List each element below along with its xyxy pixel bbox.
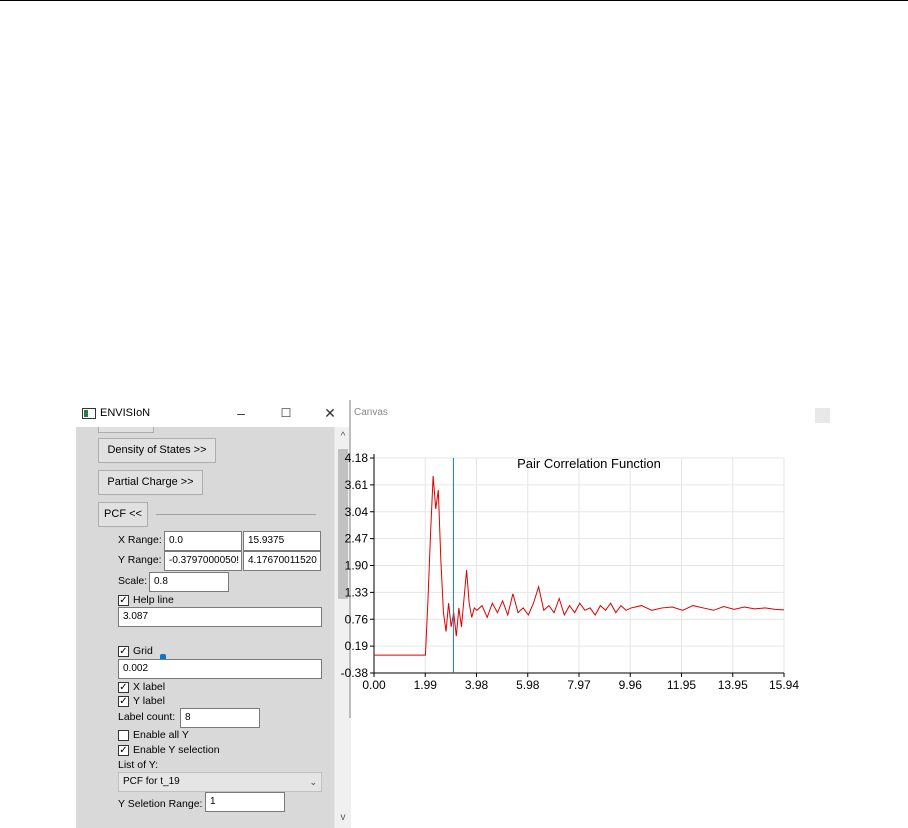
scale-field[interactable]: 0.8: [149, 572, 229, 592]
pcf-button[interactable]: PCF <<: [98, 502, 148, 527]
x-tick-label: 13.95: [718, 678, 748, 692]
title-bar: ENVISIoN – ☐ ✕: [76, 400, 350, 427]
enable-all-y-checkbox[interactable]: [118, 730, 129, 741]
partial-charge-button[interactable]: Partial Charge >>: [98, 470, 203, 495]
x-label-label: X label: [133, 681, 166, 693]
y-tick-label: 3.04: [345, 505, 369, 519]
grid-label: Grid: [133, 645, 153, 657]
y-selection-range-label: Y Seletion Range:: [118, 798, 203, 810]
enable-y-selection-label: Enable Y selection: [133, 744, 220, 756]
y-tick-label: 0.19: [345, 639, 369, 653]
x-range-min-field[interactable]: 0.0: [164, 531, 242, 551]
minimize-button[interactable]: –: [231, 404, 251, 422]
maximize-button[interactable]: ☐: [276, 404, 296, 422]
app-icon: [82, 408, 96, 419]
y-tick-label: 4.18: [345, 451, 369, 465]
close-button[interactable]: ✕: [320, 404, 340, 422]
x-tick-label: 7.97: [567, 678, 591, 692]
label-count-field[interactable]: 8: [180, 708, 260, 728]
list-of-y-dropdown[interactable]: PCF for t_19 ⌄: [118, 772, 322, 792]
x-tick-label: 9.96: [619, 678, 643, 692]
grid-field[interactable]: 0.002: [118, 659, 322, 679]
x-tick-label: 0.00: [362, 678, 386, 692]
x-range-label: X Range:: [118, 534, 162, 546]
x-tick-label: 11.95: [667, 678, 696, 692]
help-line-field[interactable]: 3.087: [118, 607, 322, 627]
y-label-label: Y label: [133, 695, 165, 707]
x-label-checkbox[interactable]: ✓: [118, 682, 129, 693]
envision-window: ENVISIoN – ☐ ✕ Density of States >> Part…: [76, 400, 351, 828]
label-count-label: Label count:: [118, 711, 176, 723]
scale-label: Scale:: [118, 575, 148, 587]
x-tick-label: 15.94: [769, 678, 799, 692]
y-tick-label: 2.47: [345, 532, 369, 546]
x-tick-label: 1.99: [414, 678, 438, 692]
help-line-label: Help line: [133, 594, 174, 606]
settings-panel: Density of States >> Partial Charge >> P…: [76, 427, 334, 828]
canvas-title: Canvas: [354, 407, 388, 418]
list-of-y-selected: PCF for t_19: [123, 776, 180, 787]
y-range-min-field[interactable]: -0.3797000050!: [164, 551, 242, 571]
y-selection-range-field[interactable]: 1: [205, 792, 285, 812]
y-range-label: Y Range:: [118, 554, 162, 566]
chart-title: Pair Correlation Function: [517, 456, 661, 471]
top-rule: [0, 0, 908, 1]
x-tick-label: 3.98: [465, 678, 489, 692]
grid-checkbox[interactable]: ✓: [118, 646, 129, 657]
canvas-close-button[interactable]: [815, 408, 830, 423]
density-of-states-button[interactable]: Density of States >>: [98, 438, 216, 463]
y-tick-label: 1.90: [345, 559, 369, 573]
window-title: ENVISIoN: [100, 407, 151, 419]
chevron-down-icon: ⌄: [309, 777, 317, 787]
pcf-separator: [156, 514, 316, 515]
y-tick-label: 1.33: [345, 585, 369, 599]
y-tick-label: 0.76: [345, 612, 369, 626]
y-range-max-field[interactable]: 4.17670011520: [243, 551, 321, 571]
y-tick-label: 3.61: [345, 478, 369, 492]
enable-y-selection-checkbox[interactable]: ✓: [118, 745, 129, 756]
collapsed-section-button[interactable]: [98, 427, 154, 433]
y-label-checkbox[interactable]: ✓: [118, 696, 129, 707]
x-range-max-field[interactable]: 15.9375: [243, 531, 321, 551]
scroll-down-icon[interactable]: v: [335, 810, 351, 826]
help-line-checkbox[interactable]: ✓: [118, 595, 129, 606]
x-tick-label: 5.98: [516, 678, 540, 692]
pcf-chart: 4.183.613.042.471.901.330.760.19-0.380.0…: [341, 451, 800, 692]
list-of-y-label: List of Y:: [118, 759, 159, 771]
enable-all-y-label: Enable all Y: [133, 729, 189, 741]
